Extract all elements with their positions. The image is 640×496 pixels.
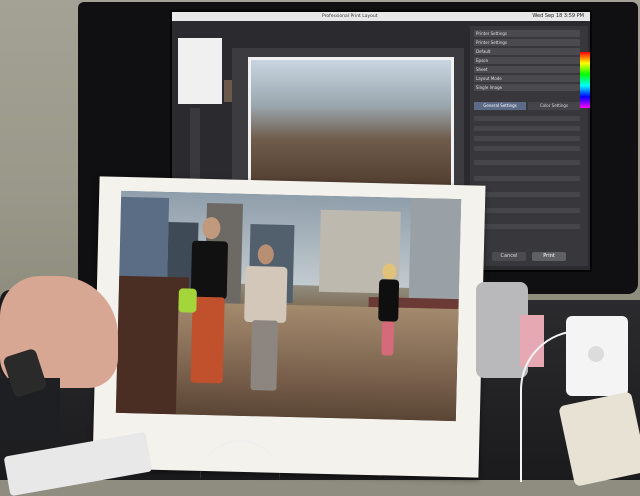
woman-top	[244, 265, 288, 323]
girl-dress	[378, 279, 400, 322]
apple-logo-icon	[588, 346, 604, 362]
print-settings-panel: Printer Settings Printer Settings Defaul…	[470, 26, 588, 266]
menubar-clock: Wed Sep 18 3:59 PM	[532, 13, 584, 19]
settings-field[interactable]	[474, 208, 580, 213]
green-bag	[178, 288, 197, 313]
settings-field[interactable]	[474, 136, 580, 141]
canvas-photo-preview	[248, 57, 454, 195]
settings-row[interactable]: Layout Mode	[474, 75, 580, 82]
girl-standing	[373, 263, 403, 360]
left-panel	[178, 38, 246, 104]
color-swatch-strip	[580, 52, 590, 108]
settings-row[interactable]: Sheet	[474, 66, 580, 73]
settings-field[interactable]	[474, 146, 580, 151]
mac-menubar: Professional Print Layout Wed Sep 18 3:5…	[172, 12, 590, 21]
settings-row[interactable]: Single Image	[474, 84, 580, 91]
printed-photo	[92, 176, 486, 478]
girl-head	[382, 263, 397, 280]
settings-row[interactable]: Printer Settings	[474, 39, 580, 46]
settings-field[interactable]	[474, 160, 580, 165]
settings-row[interactable]: Default	[474, 48, 580, 55]
girl-legs	[381, 321, 395, 356]
woman-walking	[236, 244, 296, 395]
tab-color-settings[interactable]: Color Settings	[528, 102, 580, 110]
building	[408, 197, 462, 312]
settings-field[interactable]	[474, 192, 580, 197]
print-image	[115, 190, 462, 422]
print-button[interactable]: Print	[532, 252, 566, 261]
woman-head	[257, 244, 275, 265]
man-walking	[176, 216, 241, 409]
tab-general-settings[interactable]: General Settings	[474, 102, 526, 110]
document-title: Professional Print Layout	[322, 14, 378, 19]
man-head	[202, 216, 221, 240]
woman-pants	[250, 320, 279, 391]
settings-field[interactable]	[474, 224, 580, 229]
settings-row[interactable]: Epson	[474, 57, 580, 64]
settings-row[interactable]: Printer Settings	[474, 30, 580, 37]
settings-field[interactable]	[474, 126, 580, 131]
settings-field[interactable]	[474, 176, 580, 181]
cancel-button[interactable]: Cancel	[492, 252, 526, 261]
power-adapter	[566, 316, 628, 396]
settings-field[interactable]	[474, 116, 580, 121]
